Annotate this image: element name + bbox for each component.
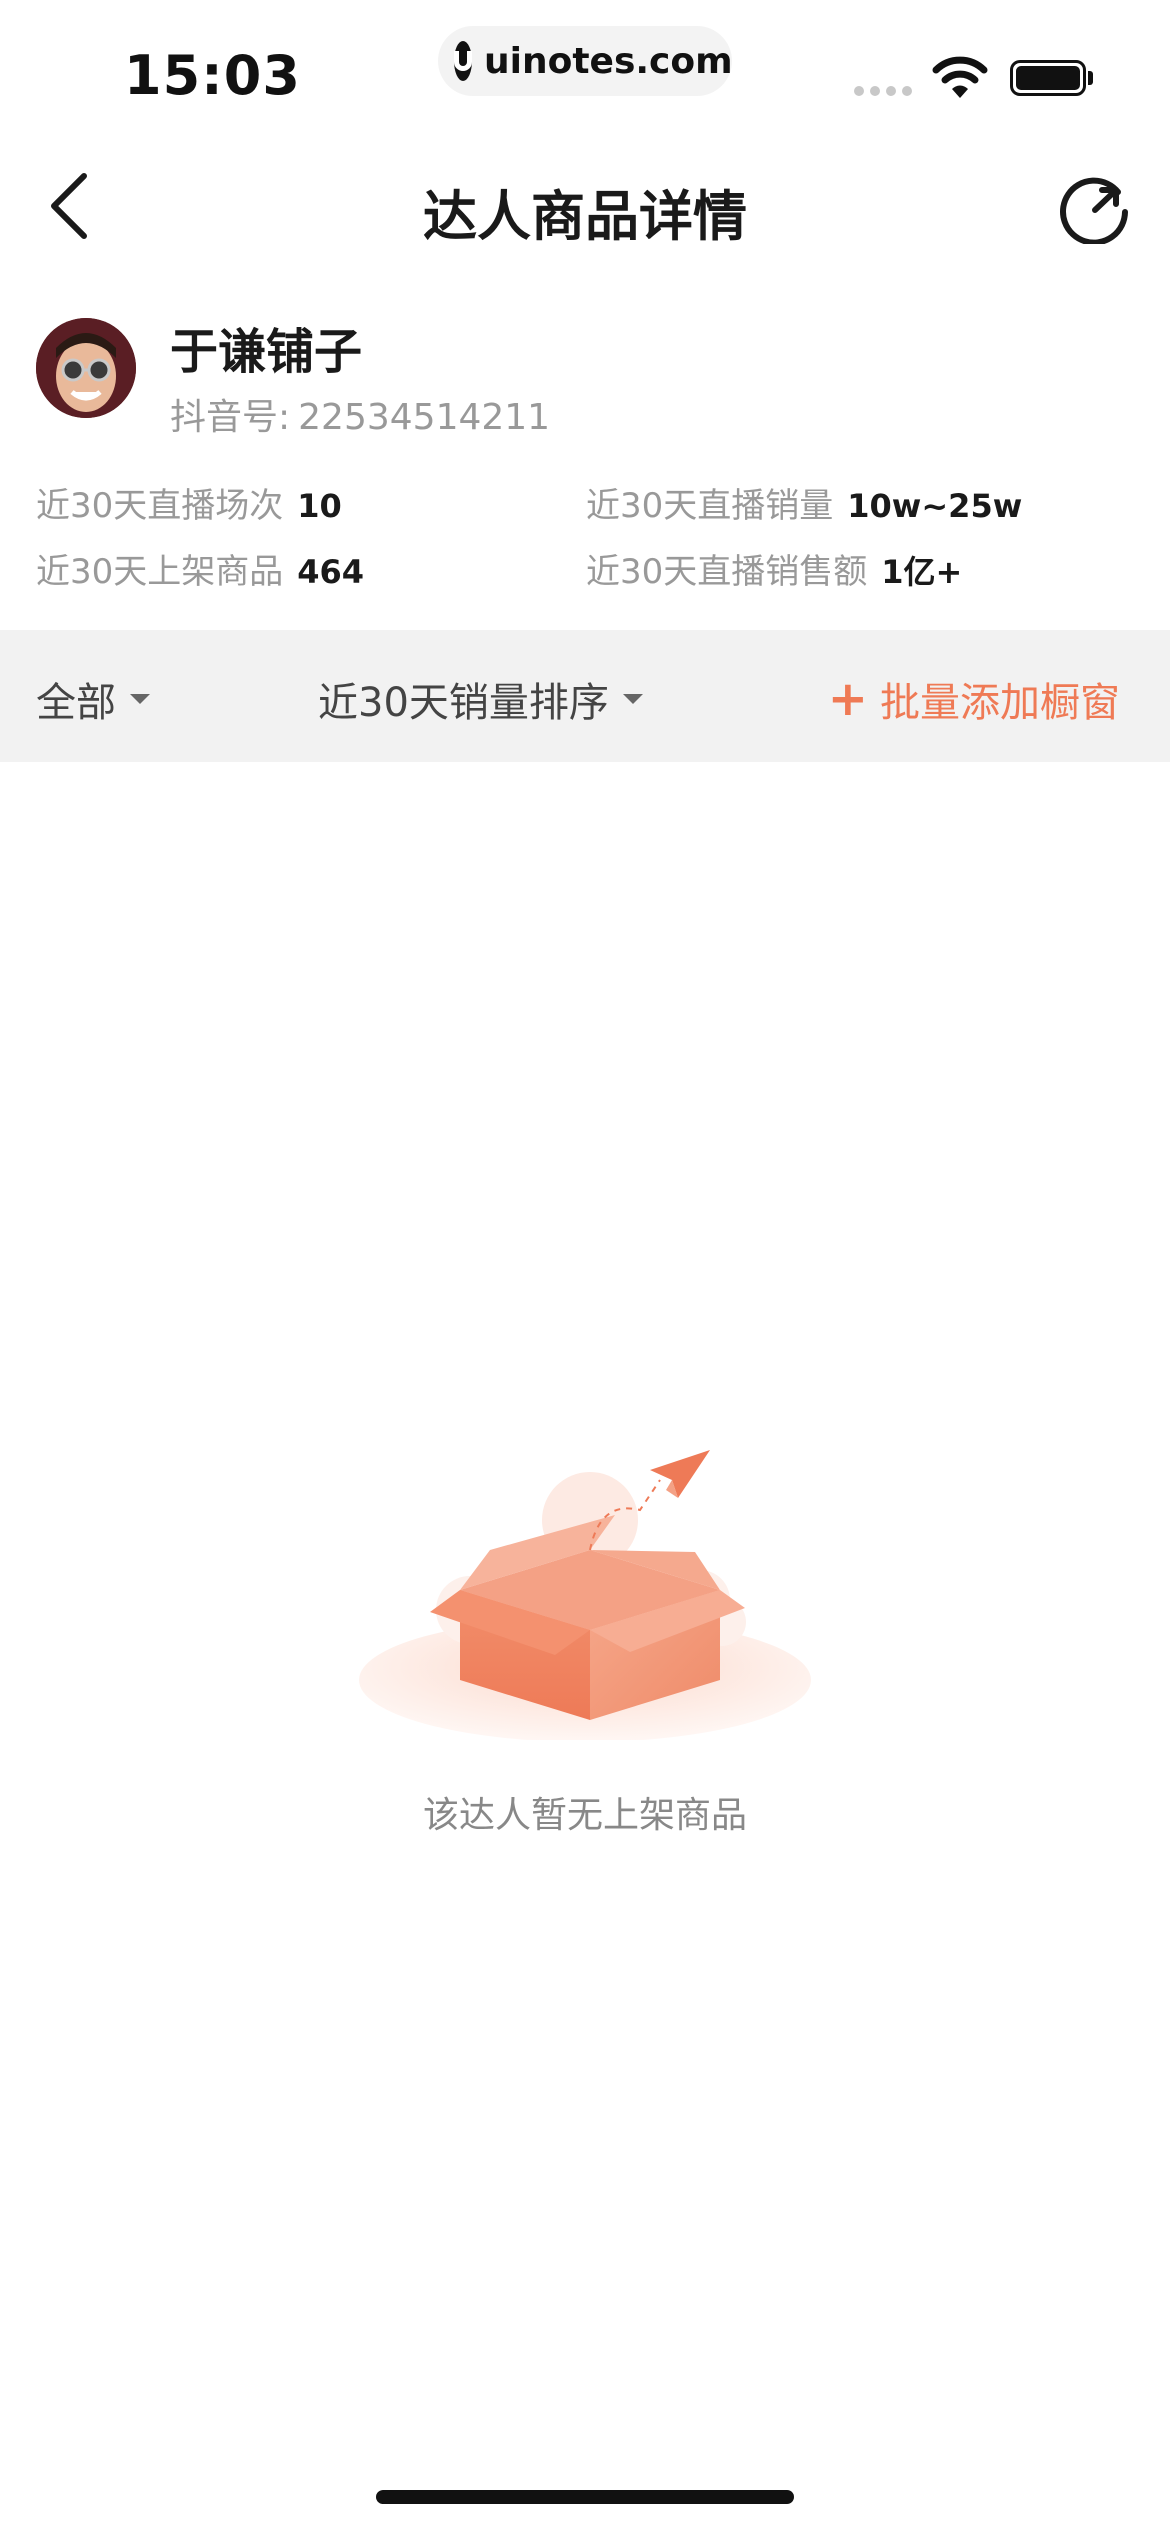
stat-label: 近30天上架商品 [36, 552, 284, 592]
battery-icon [1010, 60, 1086, 96]
url-pill[interactable]: uinotes.com [438, 26, 733, 96]
caret-down-icon [130, 694, 150, 704]
site-logo-icon [454, 41, 472, 81]
stat-listed-products: 近30天上架商品 464 [36, 544, 364, 593]
batch-add-showcase-button[interactable]: + 批量添加橱窗 [828, 670, 1120, 728]
avatar-portrait-icon [36, 318, 136, 418]
sort-label: 近30天销量排序 [318, 680, 609, 726]
page-title: 达人商品详情 [423, 185, 747, 248]
account-id: 抖音号: 22534514211 [170, 388, 550, 440]
empty-box-illustration [359, 1450, 811, 1740]
avatar[interactable] [36, 318, 136, 418]
stat-value: 10w~25w [847, 487, 1023, 525]
stat-value: 10 [297, 487, 342, 525]
stat-value: 464 [297, 553, 365, 591]
batch-add-label: 批量添加橱窗 [880, 680, 1120, 726]
home-indicator[interactable] [376, 2490, 794, 2504]
category-filter-dropdown[interactable]: 全部 [36, 670, 150, 728]
status-bar: 15:03 uinotes.com [0, 0, 1170, 140]
stat-label: 近30天直播销量 [586, 486, 834, 526]
battery-tip [1088, 71, 1093, 85]
account-label: 抖音号: [170, 397, 291, 438]
wifi-icon [932, 56, 988, 98]
category-filter-label: 全部 [36, 680, 116, 726]
sort-dropdown[interactable]: 近30天销量排序 [318, 670, 643, 728]
influencer-name: 于谦铺子 [170, 324, 363, 380]
page: 15:03 uinotes.com 达人商品详情 于谦铺子 抖音号: 22534… [0, 0, 1170, 2532]
caret-down-icon [622, 694, 643, 704]
refresh-icon[interactable] [1058, 170, 1132, 244]
stat-live-revenue: 近30天直播销售额 1亿+ [586, 544, 962, 593]
empty-state-message: 该达人暂无上架商品 [422, 1795, 747, 1836]
stat-live-sessions: 近30天直播场次 10 [36, 478, 342, 527]
status-time: 15:03 [124, 44, 301, 107]
cellular-signal-icon [854, 86, 912, 96]
stat-value: 1亿+ [881, 553, 963, 591]
stat-label: 近30天直播场次 [36, 486, 284, 526]
account-number: 22534514211 [298, 397, 551, 438]
stat-live-sales-volume: 近30天直播销量 10w~25w [586, 478, 1022, 527]
filter-bar: 全部 近30天销量排序 + 批量添加橱窗 [0, 630, 1170, 762]
plus-icon: + [827, 671, 868, 727]
url-text: uinotes.com [484, 40, 733, 82]
stat-label: 近30天直播销售额 [586, 552, 868, 592]
